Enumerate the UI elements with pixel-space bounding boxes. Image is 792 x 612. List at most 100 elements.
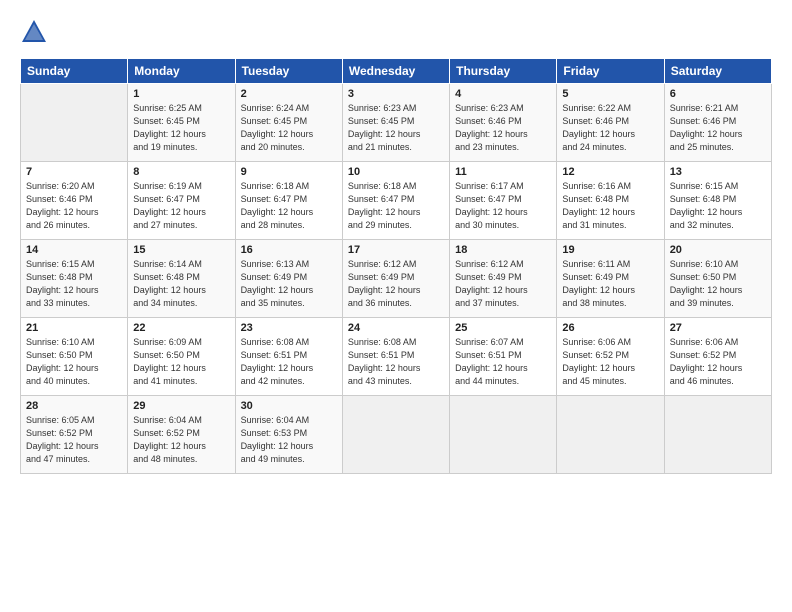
day-number: 18: [455, 244, 551, 256]
day-info: Sunrise: 6:19 AM Sunset: 6:47 PM Dayligh…: [133, 180, 229, 232]
calendar-cell: [557, 396, 664, 474]
day-number: 30: [241, 400, 337, 412]
calendar-cell: 1Sunrise: 6:25 AM Sunset: 6:45 PM Daylig…: [128, 84, 235, 162]
day-info: Sunrise: 6:21 AM Sunset: 6:46 PM Dayligh…: [670, 102, 766, 154]
day-number: 5: [562, 88, 658, 100]
header: [20, 18, 772, 46]
calendar-cell: [450, 396, 557, 474]
header-cell-tuesday: Tuesday: [235, 59, 342, 84]
day-number: 24: [348, 322, 444, 334]
day-number: 19: [562, 244, 658, 256]
day-info: Sunrise: 6:16 AM Sunset: 6:48 PM Dayligh…: [562, 180, 658, 232]
calendar-cell: 25 Sunrise: 6:07 AM Sunset: 6:51 PM Dayli…: [450, 318, 557, 396]
calendar-cell: 19 Sunrise: 6:11 AM Sunset: 6:49 PM Dayli…: [557, 240, 664, 318]
day-number: 3: [348, 88, 444, 100]
page: SundayMondayTuesdayWednesdayThursdayFrid…: [0, 0, 792, 484]
day-number: 28: [26, 400, 122, 412]
day-number: 4: [455, 88, 551, 100]
day-number: 6: [670, 88, 766, 100]
day-number: 1: [133, 88, 229, 100]
day-info: Sunrise: 6:12 AM Sunset: 6:49 PM Dayligh…: [455, 258, 551, 310]
day-number: 11: [455, 166, 551, 178]
calendar-cell: 2 Sunrise: 6:24 AM Sunset: 6:45 PM Daylig…: [235, 84, 342, 162]
calendar-cell: 15 Sunrise: 6:14 AM Sunset: 6:48 PM Dayli…: [128, 240, 235, 318]
day-info: Sunrise: 6:06 AM Sunset: 6:52 PM Dayligh…: [562, 336, 658, 388]
day-number: 12: [562, 166, 658, 178]
day-info: Sunrise: 6:14 AM Sunset: 6:48 PM Dayligh…: [133, 258, 229, 310]
day-info: Sunrise: 6:05 AM Sunset: 6:52 PM Dayligh…: [26, 414, 122, 466]
day-info: Sunrise: 6:22 AM Sunset: 6:46 PM Dayligh…: [562, 102, 658, 154]
day-info: Sunrise: 6:13 AM Sunset: 6:49 PM Dayligh…: [241, 258, 337, 310]
day-info: Sunrise: 6:04 AM Sunset: 6:53 PM Dayligh…: [241, 414, 337, 466]
logo-icon: [20, 18, 48, 46]
week-row-2: 14Sunrise: 6:15 AM Sunset: 6:48 PM Dayli…: [21, 240, 772, 318]
day-info: Sunrise: 6:06 AM Sunset: 6:52 PM Dayligh…: [670, 336, 766, 388]
calendar-cell: [342, 396, 449, 474]
day-number: 10: [348, 166, 444, 178]
day-info: Sunrise: 6:11 AM Sunset: 6:49 PM Dayligh…: [562, 258, 658, 310]
calendar-cell: 18 Sunrise: 6:12 AM Sunset: 6:49 PM Dayli…: [450, 240, 557, 318]
calendar-cell: 27 Sunrise: 6:06 AM Sunset: 6:52 PM Dayli…: [664, 318, 771, 396]
calendar-cell: 20 Sunrise: 6:10 AM Sunset: 6:50 PM Dayli…: [664, 240, 771, 318]
calendar-cell: [664, 396, 771, 474]
calendar-cell: 23 Sunrise: 6:08 AM Sunset: 6:51 PM Dayli…: [235, 318, 342, 396]
calendar-cell: [21, 84, 128, 162]
day-info: Sunrise: 6:15 AM Sunset: 6:48 PM Dayligh…: [670, 180, 766, 232]
day-number: 2: [241, 88, 337, 100]
header-cell-saturday: Saturday: [664, 59, 771, 84]
calendar-cell: 10 Sunrise: 6:18 AM Sunset: 6:47 PM Dayli…: [342, 162, 449, 240]
header-cell-friday: Friday: [557, 59, 664, 84]
day-info: Sunrise: 6:24 AM Sunset: 6:45 PM Dayligh…: [241, 102, 337, 154]
day-number: 13: [670, 166, 766, 178]
calendar-cell: 11 Sunrise: 6:17 AM Sunset: 6:47 PM Dayli…: [450, 162, 557, 240]
day-info: Sunrise: 6:23 AM Sunset: 6:46 PM Dayligh…: [455, 102, 551, 154]
day-info: Sunrise: 6:08 AM Sunset: 6:51 PM Dayligh…: [241, 336, 337, 388]
logo: [20, 18, 50, 46]
day-info: Sunrise: 6:18 AM Sunset: 6:47 PM Dayligh…: [348, 180, 444, 232]
calendar-cell: 24 Sunrise: 6:08 AM Sunset: 6:51 PM Dayli…: [342, 318, 449, 396]
day-info: Sunrise: 6:12 AM Sunset: 6:49 PM Dayligh…: [348, 258, 444, 310]
calendar-cell: 7Sunrise: 6:20 AM Sunset: 6:46 PM Daylig…: [21, 162, 128, 240]
day-number: 20: [670, 244, 766, 256]
calendar-cell: 3 Sunrise: 6:23 AM Sunset: 6:45 PM Daylig…: [342, 84, 449, 162]
week-row-4: 28 Sunrise: 6:05 AM Sunset: 6:52 PM Dayli…: [21, 396, 772, 474]
calendar-table: SundayMondayTuesdayWednesdayThursdayFrid…: [20, 58, 772, 474]
header-cell-monday: Monday: [128, 59, 235, 84]
week-row-0: 1Sunrise: 6:25 AM Sunset: 6:45 PM Daylig…: [21, 84, 772, 162]
day-info: Sunrise: 6:17 AM Sunset: 6:47 PM Dayligh…: [455, 180, 551, 232]
week-row-3: 21 Sunrise: 6:10 AM Sunset: 6:50 PM Dayli…: [21, 318, 772, 396]
day-info: Sunrise: 6:20 AM Sunset: 6:46 PM Dayligh…: [26, 180, 122, 232]
calendar-cell: 5 Sunrise: 6:22 AM Sunset: 6:46 PM Daylig…: [557, 84, 664, 162]
day-info: Sunrise: 6:07 AM Sunset: 6:51 PM Dayligh…: [455, 336, 551, 388]
day-info: Sunrise: 6:10 AM Sunset: 6:50 PM Dayligh…: [670, 258, 766, 310]
calendar-body: 1Sunrise: 6:25 AM Sunset: 6:45 PM Daylig…: [21, 84, 772, 474]
header-cell-thursday: Thursday: [450, 59, 557, 84]
day-number: 15: [133, 244, 229, 256]
day-number: 29: [133, 400, 229, 412]
week-row-1: 7Sunrise: 6:20 AM Sunset: 6:46 PM Daylig…: [21, 162, 772, 240]
day-number: 9: [241, 166, 337, 178]
calendar-cell: 30 Sunrise: 6:04 AM Sunset: 6:53 PM Dayli…: [235, 396, 342, 474]
day-number: 17: [348, 244, 444, 256]
day-number: 22: [133, 322, 229, 334]
day-info: Sunrise: 6:18 AM Sunset: 6:47 PM Dayligh…: [241, 180, 337, 232]
day-number: 21: [26, 322, 122, 334]
calendar-cell: 16 Sunrise: 6:13 AM Sunset: 6:49 PM Dayli…: [235, 240, 342, 318]
calendar-cell: 6 Sunrise: 6:21 AM Sunset: 6:46 PM Daylig…: [664, 84, 771, 162]
day-number: 25: [455, 322, 551, 334]
day-number: 23: [241, 322, 337, 334]
day-number: 27: [670, 322, 766, 334]
calendar-cell: 4 Sunrise: 6:23 AM Sunset: 6:46 PM Daylig…: [450, 84, 557, 162]
calendar-cell: 14Sunrise: 6:15 AM Sunset: 6:48 PM Dayli…: [21, 240, 128, 318]
day-number: 16: [241, 244, 337, 256]
calendar-cell: 26Sunrise: 6:06 AM Sunset: 6:52 PM Dayli…: [557, 318, 664, 396]
calendar-cell: 8Sunrise: 6:19 AM Sunset: 6:47 PM Daylig…: [128, 162, 235, 240]
calendar-cell: 21 Sunrise: 6:10 AM Sunset: 6:50 PM Dayli…: [21, 318, 128, 396]
day-info: Sunrise: 6:23 AM Sunset: 6:45 PM Dayligh…: [348, 102, 444, 154]
day-info: Sunrise: 6:08 AM Sunset: 6:51 PM Dayligh…: [348, 336, 444, 388]
calendar-cell: 13 Sunrise: 6:15 AM Sunset: 6:48 PM Dayli…: [664, 162, 771, 240]
calendar-cell: 28 Sunrise: 6:05 AM Sunset: 6:52 PM Dayli…: [21, 396, 128, 474]
day-info: Sunrise: 6:15 AM Sunset: 6:48 PM Dayligh…: [26, 258, 122, 310]
day-info: Sunrise: 6:04 AM Sunset: 6:52 PM Dayligh…: [133, 414, 229, 466]
day-info: Sunrise: 6:10 AM Sunset: 6:50 PM Dayligh…: [26, 336, 122, 388]
